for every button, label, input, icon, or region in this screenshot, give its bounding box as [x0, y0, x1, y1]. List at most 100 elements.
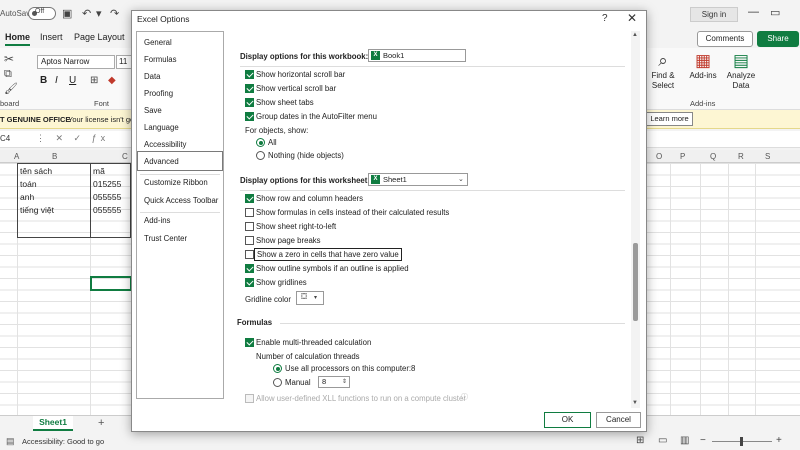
comments-button[interactable]: Comments [697, 31, 753, 47]
zoom-slider-thumb[interactable] [740, 437, 743, 446]
checkbox-multithreaded[interactable] [245, 338, 254, 347]
font-name-select[interactable]: Aptos Narrow [37, 55, 115, 69]
worksheet-select[interactable]: Sheet1 [368, 173, 468, 186]
checkbox-show-gridlines[interactable] [245, 278, 254, 287]
radio-objects-all[interactable] [256, 138, 265, 147]
close-icon[interactable]: ✕ [627, 11, 637, 25]
option-right-to-left: Show sheet right-to-left [256, 222, 337, 231]
font-size-select[interactable]: 11 [116, 55, 132, 69]
category-accessibility[interactable]: Accessibility [144, 140, 186, 149]
copy-icon[interactable]: ⧉ [4, 68, 12, 81]
category-quick-access-toolbar[interactable]: Quick Access Toolbar [144, 196, 218, 205]
share-button[interactable]: Share [757, 31, 799, 47]
cell-b3[interactable]: anh [20, 192, 34, 202]
category-add-ins[interactable]: Add-ins [144, 216, 170, 225]
checkbox-outline-symbols[interactable] [245, 264, 254, 273]
add-sheet-icon[interactable]: + [98, 417, 104, 429]
column-header-c[interactable]: C [122, 152, 128, 161]
cell-c2[interactable]: 015255 [93, 179, 121, 189]
format-painter-icon[interactable]: 🖌 [4, 82, 18, 95]
cell-c4[interactable]: 055555 [93, 205, 121, 215]
cell-b2[interactable]: toán [20, 179, 37, 189]
checkbox-vertical-scroll[interactable] [245, 84, 254, 93]
ok-button[interactable]: OK [544, 412, 591, 428]
accessibility-status[interactable]: Accessibility: Good to go [22, 437, 104, 446]
learn-more-button[interactable]: Learn more [646, 112, 693, 126]
checkbox-show-formulas[interactable] [245, 208, 254, 217]
tab-page-layout[interactable]: Page Layout [74, 32, 125, 42]
category-general[interactable]: General [144, 38, 172, 47]
scroll-down-icon[interactable]: ▼ [632, 400, 638, 406]
redo-icon[interactable]: ↷ [110, 7, 119, 20]
undo-icon[interactable]: ↶ [82, 7, 91, 20]
category-list [136, 31, 224, 399]
zoom-in-icon[interactable]: + [776, 435, 782, 446]
category-save[interactable]: Save [144, 106, 162, 115]
cell-c1[interactable]: mã [93, 166, 105, 176]
category-formulas[interactable]: Formulas [144, 55, 177, 64]
checkbox-page-breaks[interactable] [245, 236, 254, 245]
undo-dropdown-icon[interactable]: ▾ [96, 7, 102, 20]
tab-home[interactable]: Home [5, 32, 31, 46]
tab-insert[interactable]: Insert [40, 32, 63, 42]
save-icon[interactable]: ▣ [62, 7, 72, 20]
category-proofing[interactable]: Proofing [144, 89, 173, 98]
zoom-out-icon[interactable]: − [700, 435, 706, 446]
column-header-s[interactable]: S [765, 152, 770, 161]
category-customize-ribbon[interactable]: Customize Ribbon [144, 178, 208, 187]
page-layout-view-icon[interactable]: ▭ [658, 435, 667, 446]
help-icon[interactable]: ? [602, 13, 608, 24]
underline-icon[interactable]: U [69, 75, 76, 86]
checkbox-group-dates[interactable] [245, 112, 254, 121]
message-title: T GENUINE OFFICE [0, 115, 71, 124]
checkbox-horizontal-scroll[interactable] [245, 70, 254, 79]
radio-use-all-processors[interactable] [273, 364, 282, 373]
options-scrollbar[interactable] [631, 31, 640, 408]
restore-icon[interactable]: ▭ [770, 6, 780, 19]
column-header-p[interactable]: P [680, 152, 685, 161]
category-trust-center[interactable]: Trust Center [144, 234, 187, 243]
cell-b4[interactable]: tiếng việt [20, 205, 54, 215]
bold-icon[interactable]: B [40, 75, 47, 86]
scroll-up-icon[interactable]: ▲ [632, 32, 638, 38]
radio-manual-threads[interactable] [273, 378, 282, 387]
column-header-b[interactable]: B [52, 152, 57, 161]
find-select-button[interactable]: ⌕ Find & Select [648, 51, 678, 91]
checkbox-sheet-tabs[interactable] [245, 98, 254, 107]
column-header-a[interactable]: A [14, 152, 19, 161]
checkbox-row-column-headers[interactable] [245, 194, 254, 203]
option-row-column-headers: Show row and column headers [256, 194, 364, 203]
cell-b1[interactable]: tên sách [20, 166, 52, 176]
category-data[interactable]: Data [144, 72, 160, 81]
name-box[interactable]: C4 [0, 134, 10, 143]
column-header-r[interactable]: R [738, 152, 744, 161]
sign-in-button[interactable]: Sign in [690, 7, 738, 22]
fill-color-icon[interactable]: ◆ [108, 75, 116, 86]
add-ins-button[interactable]: ▦ Add-ins [688, 51, 718, 81]
normal-view-icon[interactable]: ⊞ [636, 435, 644, 446]
cut-icon[interactable]: ✂ [4, 52, 14, 66]
worksheet-select-value: Sheet1 [383, 175, 407, 184]
category-advanced[interactable]: Advanced [144, 157, 179, 166]
column-header-q[interactable]: Q [710, 152, 716, 161]
sheet-tab[interactable]: Sheet1 [33, 416, 73, 431]
borders-icon[interactable]: ⊞ [90, 75, 98, 86]
checkbox-xll-cluster[interactable] [245, 394, 254, 403]
radio-objects-nothing[interactable] [256, 151, 265, 160]
workbook-select[interactable]: Book1 [368, 49, 466, 62]
section-divider [240, 190, 625, 191]
checkbox-show-zero[interactable] [245, 250, 254, 259]
column-header-o[interactable]: O [656, 152, 662, 161]
comments-label: Comments [705, 34, 745, 43]
manual-threads-input[interactable]: 8 ⇕ [318, 376, 350, 388]
category-language[interactable]: Language [144, 123, 179, 132]
cell-c3[interactable]: 055555 [93, 192, 121, 202]
scrollbar-thumb[interactable] [633, 243, 638, 321]
italic-icon[interactable]: I [55, 75, 58, 86]
checkbox-right-to-left[interactable] [245, 222, 254, 231]
gridline-color-picker[interactable]: ⛋ ▾ [296, 291, 324, 305]
page-break-view-icon[interactable]: ▥ [680, 435, 689, 446]
cancel-button[interactable]: Cancel [596, 412, 641, 428]
minimize-icon[interactable]: — [748, 6, 759, 18]
analyze-data-button[interactable]: ▤ Analyze Data [726, 51, 756, 91]
